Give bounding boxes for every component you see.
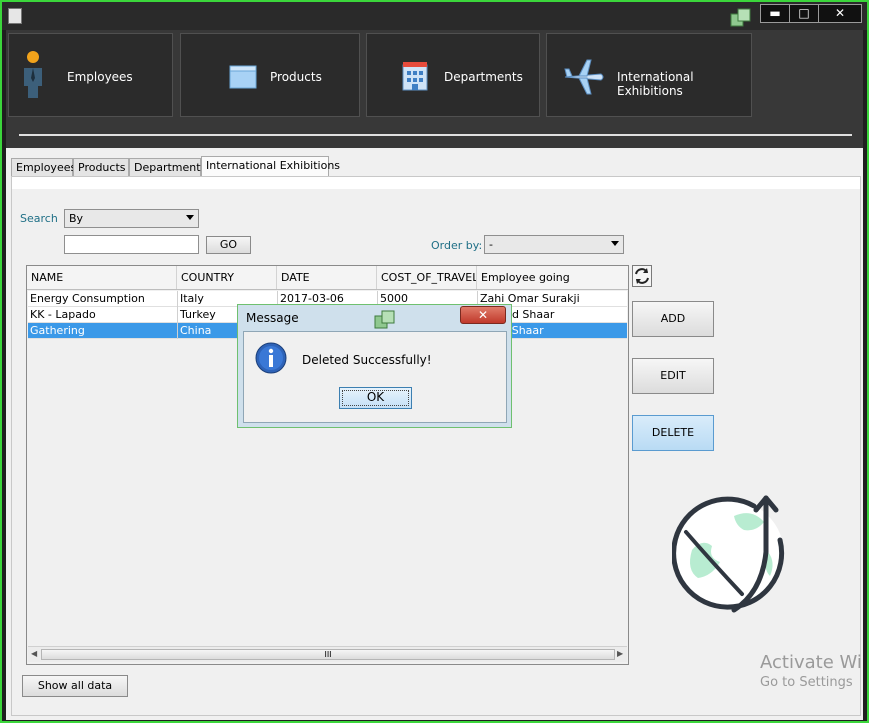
dialog-message: Deleted Successfully! bbox=[302, 353, 432, 367]
column-header-country[interactable]: COUNTRY bbox=[177, 266, 277, 289]
table-header: NAME COUNTRY DATE COST_OF_TRAVEL Employe… bbox=[27, 266, 628, 290]
table-cell: Energy Consumption bbox=[28, 291, 178, 307]
search-label: Search bbox=[20, 212, 58, 225]
title-bar: ▬ □ ✕ bbox=[2, 2, 867, 30]
table-cell: KK - Lapado bbox=[28, 307, 178, 323]
nav-international-exhibitions-label: International Exhibitions bbox=[617, 70, 694, 98]
focus-ring bbox=[342, 390, 409, 406]
order-by-combo[interactable]: - bbox=[484, 235, 624, 254]
tab-employees[interactable]: Employees bbox=[11, 158, 76, 176]
scroll-grip: III bbox=[324, 650, 332, 659]
building-icon bbox=[402, 62, 428, 91]
minimize-button[interactable]: ▬ bbox=[760, 4, 790, 23]
order-by-value: - bbox=[489, 238, 493, 251]
maximize-button[interactable]: □ bbox=[789, 4, 819, 23]
info-icon bbox=[255, 342, 287, 374]
close-window-button[interactable]: ✕ bbox=[818, 4, 862, 23]
nav-employees-label: Employees bbox=[67, 70, 133, 84]
app-window: ▬ □ ✕ Employees Products Departments Int… bbox=[0, 0, 869, 723]
tab-international-exhibitions[interactable]: International Exhibitions bbox=[201, 156, 340, 177]
airplane-icon bbox=[564, 59, 604, 95]
box-icon bbox=[229, 65, 257, 89]
globe-travel-icon bbox=[672, 495, 785, 613]
search-by-value: By bbox=[69, 212, 84, 225]
main-content: Employees Products Departments Internati… bbox=[6, 148, 863, 720]
column-header-name[interactable]: NAME bbox=[27, 266, 177, 289]
nav-employees[interactable]: Employees bbox=[8, 33, 173, 117]
nav-departments[interactable]: Departments bbox=[366, 33, 540, 117]
nav-divider bbox=[19, 134, 852, 136]
documents-icon bbox=[730, 8, 751, 27]
delete-button[interactable]: DELETE bbox=[632, 415, 714, 451]
documents-icon bbox=[374, 310, 395, 329]
order-by-label: Order by: bbox=[431, 239, 483, 252]
top-navigation: Employees Products Departments Internati… bbox=[6, 30, 863, 148]
table-cell: Gathering bbox=[28, 323, 178, 339]
dialog-body: Deleted Successfully! OK bbox=[243, 331, 507, 423]
nav-departments-label: Departments bbox=[444, 70, 523, 84]
search-by-combo[interactable]: By bbox=[64, 209, 199, 228]
international-exhibitions-panel: Search By GO Order by: - NAME COUNTRY DA… bbox=[11, 176, 861, 716]
column-header-date[interactable]: DATE bbox=[277, 266, 377, 289]
nav-international-exhibitions[interactable]: International Exhibitions bbox=[546, 33, 752, 117]
refresh-icon[interactable] bbox=[632, 265, 652, 287]
chevron-down-icon bbox=[611, 241, 619, 246]
windows-activation-watermark: Activate Wi Go to Settings bbox=[760, 652, 862, 690]
tab-departments[interactable]: Departments bbox=[129, 158, 206, 176]
nav-products-label: Products bbox=[270, 70, 322, 84]
add-button[interactable]: ADD bbox=[632, 301, 714, 337]
scroll-left-icon[interactable]: ◀ bbox=[31, 649, 37, 658]
dialog-close-button[interactable]: ✕ bbox=[460, 306, 506, 324]
show-all-data-button[interactable]: Show all data bbox=[22, 675, 128, 697]
message-dialog: Message ✕ Deleted Successfully! OK bbox=[237, 304, 512, 428]
nav-products[interactable]: Products bbox=[180, 33, 360, 117]
java-app-icon bbox=[8, 8, 22, 24]
ok-button[interactable]: OK bbox=[339, 387, 412, 409]
person-icon bbox=[24, 51, 42, 98]
chevron-down-icon bbox=[186, 215, 194, 220]
panel-header-strip bbox=[12, 177, 860, 189]
watermark-line-2: Go to Settings bbox=[760, 675, 853, 690]
tab-products[interactable]: Products bbox=[73, 158, 129, 176]
scroll-right-icon[interactable]: ▶ bbox=[617, 649, 623, 658]
watermark-line-1: Activate Wi bbox=[760, 652, 862, 673]
horizontal-scrollbar[interactable]: ◀ III ▶ bbox=[28, 646, 627, 662]
edit-button[interactable]: EDIT bbox=[632, 358, 714, 394]
scrollbar-thumb[interactable]: III bbox=[41, 649, 615, 660]
search-input[interactable] bbox=[64, 235, 199, 254]
column-header-cost[interactable]: COST_OF_TRAVEL bbox=[377, 266, 477, 289]
dialog-title: Message bbox=[246, 311, 299, 325]
go-button[interactable]: GO bbox=[206, 236, 251, 254]
column-header-employee[interactable]: Employee going bbox=[477, 266, 628, 289]
